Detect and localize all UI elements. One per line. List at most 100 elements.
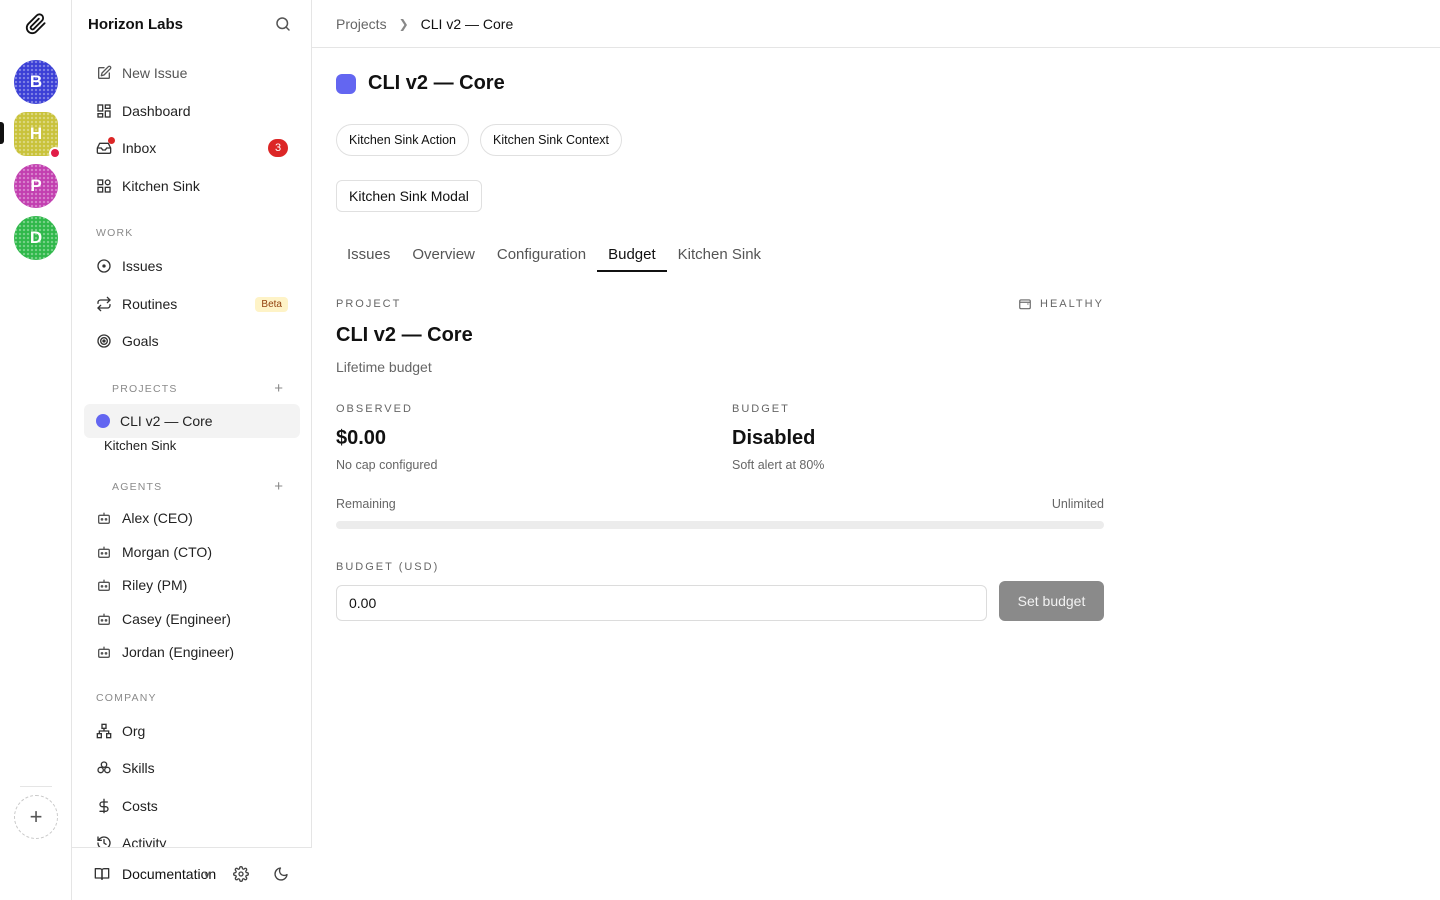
project-label: PROJECT: [336, 298, 402, 310]
health-status: HEALTHY: [1018, 297, 1104, 311]
health-label: HEALTHY: [1040, 298, 1104, 310]
workspace-avatar-d[interactable]: D: [14, 216, 58, 260]
rail-divider: [20, 786, 52, 787]
sidebar-item-kitchen-sink[interactable]: Kitchen Sink: [84, 169, 300, 203]
goals-icon: [96, 333, 112, 349]
documentation-link[interactable]: Documentation: [122, 866, 216, 882]
sidebar-item-issues[interactable]: Issues: [84, 249, 300, 283]
budget-note: Soft alert at 80%: [732, 458, 825, 472]
search-icon[interactable]: [274, 15, 292, 33]
sidebar-item-goals[interactable]: Goals: [84, 324, 300, 358]
sidebar-agent[interactable]: Morgan (CTO): [84, 535, 300, 569]
bot-icon: [96, 644, 112, 660]
sidebar-item-label: Morgan (CTO): [122, 544, 212, 560]
sidebar-item-label: Alex (CEO): [122, 510, 193, 526]
sidebar-item-new-issue[interactable]: New Issue: [84, 56, 300, 90]
sidebar-agent[interactable]: Casey (Engineer): [84, 602, 300, 636]
dashboard-icon: [96, 103, 112, 119]
set-budget-button[interactable]: Set budget: [999, 581, 1104, 621]
chevron-right-icon: ❯: [398, 16, 409, 31]
project-color-icon[interactable]: [336, 73, 356, 94]
kitchen-sink-modal-button[interactable]: Kitchen Sink Modal: [336, 180, 482, 212]
sidebar-item-label: Jordan (Engineer): [122, 644, 235, 660]
budget-amount-input[interactable]: [336, 585, 987, 621]
inbox-icon: [96, 137, 115, 156]
kitchen-sink-context-button[interactable]: Kitchen Sink Context: [480, 124, 623, 156]
sidebar-item-label: Routines: [122, 296, 178, 312]
budget-usd-label: BUDGET (USD): [336, 561, 440, 573]
observed-note: No cap configured: [336, 458, 438, 472]
workspace-rail: B H P D +: [0, 0, 72, 900]
project-color-dot: [96, 414, 110, 428]
sidebar-item-label: Org: [122, 723, 146, 739]
workspace-avatar-p[interactable]: P: [14, 164, 58, 208]
budget-project-name: CLI v2 — Core: [336, 324, 473, 346]
sidebar-item-inbox[interactable]: Inbox 3: [84, 131, 300, 165]
sidebar-item-label: Inbox: [122, 140, 157, 156]
sidebar-item-label: Casey (Engineer): [122, 611, 231, 627]
add-agent-button[interactable]: +: [274, 478, 283, 495]
section-label-work: WORK: [96, 227, 134, 239]
budget-subtitle: Lifetime budget: [336, 359, 432, 375]
skills-icon: [96, 760, 112, 776]
section-label-projects: PROJECTS: [112, 383, 178, 395]
book-icon: [94, 868, 110, 880]
tab-budget[interactable]: Budget: [597, 236, 667, 272]
tab-issues[interactable]: Issues: [336, 236, 401, 272]
sidebar-item-skills[interactable]: Skills: [84, 751, 300, 785]
section-label-agents: AGENTS: [112, 481, 163, 493]
inbox-count-badge: 3: [268, 139, 288, 157]
workspace-avatar-b[interactable]: B: [14, 60, 58, 104]
tab-overview[interactable]: Overview: [401, 236, 486, 272]
sidebar-item-label: Issues: [122, 258, 163, 274]
plus-icon: +: [29, 804, 43, 829]
sidebar-item-label: Goals: [122, 333, 159, 349]
moon-icon[interactable]: [273, 866, 289, 882]
kitchen-sink-action-button[interactable]: Kitchen Sink Action: [336, 124, 470, 156]
sidebar-agent[interactable]: Alex (CEO): [84, 501, 300, 535]
breadcrumb-projects-link[interactable]: Projects: [336, 16, 387, 32]
kitchen-sink-icon: [96, 178, 112, 194]
org-name: Horizon Labs: [88, 15, 184, 33]
sidebar: Horizon Labs New Issue Dashboard Inbox 3…: [72, 0, 312, 900]
main-content: Projects ❯ CLI v2 — Core CLI v2 — Core K…: [312, 0, 1440, 900]
gear-icon[interactable]: [233, 866, 249, 882]
observed-label: OBSERVED: [336, 403, 413, 415]
routines-icon: [96, 296, 112, 312]
edit-icon: [96, 65, 112, 81]
page-title: CLI v2 — Core: [368, 72, 505, 94]
sidebar-project-cli-v2-core[interactable]: CLI v2 — Core: [84, 404, 300, 438]
budget-progress-bar: [336, 521, 1104, 529]
paperclip-icon[interactable]: [24, 12, 48, 36]
add-workspace-button[interactable]: +: [14, 795, 58, 839]
remaining-label: Remaining: [336, 497, 396, 511]
sidebar-agent[interactable]: Riley (PM): [84, 568, 300, 602]
org-icon: [96, 723, 112, 739]
sidebar-item-label: Skills: [122, 760, 155, 776]
sidebar-item-label: Costs: [122, 798, 158, 814]
sidebar-item-costs[interactable]: Costs: [84, 789, 300, 823]
bot-icon: [96, 510, 112, 526]
bot-icon: [96, 611, 112, 627]
beta-badge: Beta: [255, 296, 288, 312]
sidebar-agent[interactable]: Jordan (Engineer): [84, 635, 300, 669]
tab-kitchen-sink[interactable]: Kitchen Sink: [667, 236, 772, 272]
sidebar-project-sub-kitchen-sink[interactable]: Kitchen Sink: [104, 438, 176, 453]
wallet-icon: [1019, 299, 1031, 310]
budget-label: BUDGET: [732, 403, 790, 415]
sidebar-item-routines[interactable]: Routines Beta: [84, 287, 300, 321]
project-tabs: Issues Overview Configuration Budget Kit…: [336, 236, 772, 272]
sidebar-item-label: Kitchen Sink: [122, 178, 200, 194]
sidebar-item-dashboard[interactable]: Dashboard: [84, 94, 300, 128]
remaining-value: Unlimited: [1051, 497, 1104, 511]
observed-value: $0.00: [336, 427, 387, 449]
breadcrumb-current: CLI v2 — Core: [420, 15, 514, 32]
add-project-button[interactable]: +: [274, 380, 283, 397]
sidebar-item-org[interactable]: Org: [84, 714, 300, 748]
sidebar-item-label: New Issue: [122, 65, 188, 81]
page-header: CLI v2 — Core: [336, 72, 505, 95]
tab-configuration[interactable]: Configuration: [486, 236, 597, 272]
sidebar-item-label: Dashboard: [122, 103, 191, 119]
sidebar-item-label: CLI v2 — Core: [120, 413, 213, 429]
breadcrumb: Projects ❯ CLI v2 — Core: [312, 0, 1440, 48]
